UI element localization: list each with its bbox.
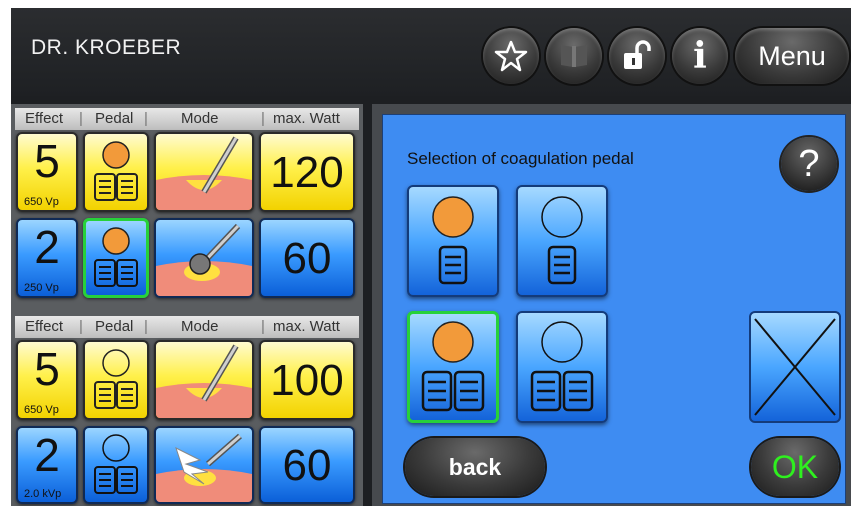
pedal-option-filled-double[interactable] — [407, 311, 499, 423]
max-watt-tile[interactable]: 60 — [259, 426, 355, 504]
pedal-tile[interactable] — [83, 426, 149, 504]
pedal-option-filled-single[interactable] — [407, 185, 499, 297]
pedal-icon — [94, 349, 138, 409]
ok-button[interactable]: OK — [751, 438, 839, 496]
lock-button[interactable] — [609, 28, 665, 84]
effect-tile[interactable]: 5 650 Vp — [16, 340, 78, 420]
double-pedal-empty-icon — [530, 321, 594, 412]
favorites-button[interactable] — [483, 28, 539, 84]
pedal-selection-dialog: Selection of coagulation pedal ? back OK — [382, 114, 846, 504]
pedal-icon — [94, 434, 138, 494]
no-pedal-button[interactable] — [749, 311, 841, 423]
mode-tile[interactable] — [154, 340, 254, 420]
column-pedal: Pedal — [95, 110, 134, 127]
menu-button[interactable]: Menu — [735, 28, 849, 84]
mode-tile[interactable] — [154, 132, 254, 212]
single-pedal-empty-icon — [541, 196, 583, 285]
max-watt-tile[interactable]: 100 — [259, 340, 355, 420]
column-header-2: Effect | Pedal | Mode | max. Watt — [15, 316, 359, 338]
program-panel: Effect | Pedal | Mode | max. Watt 5 650 … — [11, 104, 363, 506]
pedal-icon — [94, 141, 138, 201]
mode-tile[interactable] — [154, 426, 254, 504]
spark-electrode-icon — [156, 433, 252, 502]
unlock-icon — [624, 40, 651, 69]
book-button[interactable] — [546, 28, 602, 84]
max-watt-tile[interactable]: 60 — [259, 218, 355, 298]
pedal-option-empty-single[interactable] — [516, 185, 608, 297]
pedal-tile[interactable] — [83, 340, 149, 420]
help-button[interactable]: ? — [781, 137, 837, 191]
column-effect: Effect — [25, 110, 64, 127]
column-mode: Mode — [181, 318, 219, 335]
double-pedal-filled-icon — [421, 321, 485, 412]
max-watt-tile[interactable]: 120 — [259, 132, 355, 212]
column-header-1: Effect | Pedal | Mode | max. Watt — [15, 108, 359, 130]
pedal-tile[interactable] — [83, 132, 149, 212]
star-icon — [494, 40, 528, 72]
header-bar: DR. KROEBER i Menu — [11, 8, 851, 96]
column-effect: Effect — [25, 318, 64, 335]
blade-electrode-icon — [156, 344, 252, 418]
single-pedal-filled-icon — [432, 196, 474, 285]
pedal-selection-panel: Selection of coagulation pedal ? back OK — [372, 104, 851, 506]
dialog-title: Selection of coagulation pedal — [407, 149, 634, 168]
effect-tile[interactable]: 5 650 Vp — [16, 132, 78, 212]
pedal-icon — [94, 227, 138, 287]
page-title: DR. KROEBER — [31, 36, 182, 59]
device-screen: DR. KROEBER i Menu Effect | Pedal | Mode… — [11, 8, 851, 506]
mode-tile[interactable] — [154, 218, 254, 298]
blade-electrode-icon — [156, 136, 252, 210]
column-max-watt: max. Watt — [273, 110, 340, 127]
book-icon — [561, 45, 587, 67]
column-pedal: Pedal — [95, 318, 134, 335]
info-icon: i — [693, 35, 707, 77]
effect-tile[interactable]: 2 250 Vp — [16, 218, 78, 298]
column-max-watt: max. Watt — [273, 318, 340, 335]
effect-tile[interactable]: 2 2.0 kVp — [16, 426, 78, 504]
ball-electrode-icon — [156, 223, 252, 296]
close-icon — [754, 318, 836, 416]
back-button[interactable]: back — [405, 438, 545, 496]
help-icon: ? — [798, 142, 820, 185]
pedal-tile-selected[interactable] — [83, 218, 149, 298]
info-button[interactable]: i — [672, 28, 728, 84]
pedal-option-empty-double[interactable] — [516, 311, 608, 423]
column-mode: Mode — [181, 110, 219, 127]
